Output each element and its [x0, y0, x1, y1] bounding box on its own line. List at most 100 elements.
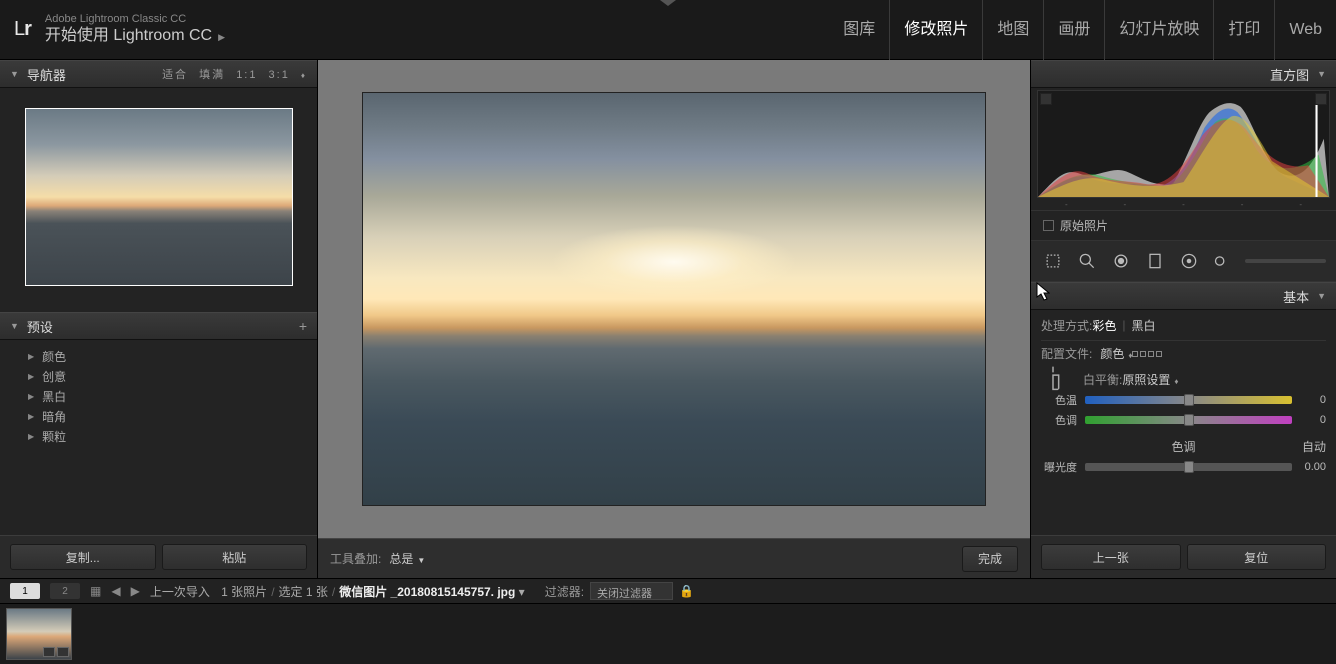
paste-button[interactable]: 粘贴	[162, 544, 308, 570]
wb-value[interactable]: 原照设置♦	[1122, 371, 1178, 388]
presets-list: ▶颜色 ▶创意 ▶黑白 ▶暗角 ▶颗粒	[0, 340, 317, 535]
histogram-svg	[1038, 91, 1329, 197]
treatment-color[interactable]: 彩色	[1092, 317, 1116, 334]
thumb-badge-icon	[57, 647, 69, 657]
radial-tool-icon[interactable]	[1177, 249, 1201, 273]
wb-label: 白平衡:	[1083, 371, 1122, 388]
right-panel: 直方图 ▼ ----- 原始照片	[1030, 60, 1336, 578]
module-slideshow[interactable]: 幻灯片放映	[1105, 0, 1214, 60]
zoom-1-1[interactable]: 1:1	[236, 69, 257, 81]
profile-browser-icon[interactable]	[1132, 351, 1162, 357]
center-panel: 工具叠加: 总是▼ 完成	[318, 60, 1030, 578]
disclosure-icon: ▼	[10, 69, 19, 79]
preset-folder[interactable]: ▶颜色	[12, 346, 305, 366]
filter-select[interactable]: 关闭过滤器	[590, 582, 673, 600]
zoom-3-1[interactable]: 3:1	[269, 69, 290, 81]
crop-tool-icon[interactable]	[1041, 249, 1065, 273]
module-library[interactable]: 图库	[829, 0, 890, 60]
spot-tool-icon[interactable]	[1075, 249, 1099, 273]
redeye-tool-icon[interactable]	[1109, 249, 1133, 273]
overlay-label: 工具叠加:	[330, 550, 381, 567]
tool-strip	[1031, 240, 1336, 282]
filmstrip[interactable]	[0, 604, 1336, 664]
app-logo: Lr	[14, 18, 31, 41]
presets-title: 预设	[27, 317, 53, 336]
reset-button[interactable]: 复位	[1187, 544, 1327, 570]
preset-folder[interactable]: ▶创意	[12, 366, 305, 386]
preset-folder[interactable]: ▶黑白	[12, 386, 305, 406]
navigator-preview[interactable]	[0, 88, 317, 312]
tone-section: 色调 自动	[1041, 438, 1326, 455]
image-canvas[interactable]	[318, 60, 1030, 538]
done-button[interactable]: 完成	[962, 546, 1018, 572]
main-photo[interactable]	[362, 92, 986, 506]
module-book[interactable]: 画册	[1044, 0, 1105, 60]
original-photo-toggle[interactable]: 原始照片	[1031, 210, 1336, 240]
exposure-slider[interactable]: 曝光度 0.00	[1041, 457, 1326, 477]
copy-button[interactable]: 复制...	[10, 544, 156, 570]
module-develop[interactable]: 修改照片	[890, 0, 983, 60]
filmstrip-thumbnail[interactable]	[6, 608, 72, 660]
navigator-header[interactable]: ▼ 导航器 适合 填满 1:1 3:1 ♦	[0, 60, 317, 88]
screen-1-button[interactable]: 1	[10, 583, 40, 599]
grid-view-icon[interactable]: ▦	[90, 584, 101, 598]
disclosure-icon: ▼	[1317, 69, 1326, 79]
preset-folder[interactable]: ▶暗角	[12, 406, 305, 426]
disclosure-icon: ▼	[1317, 291, 1326, 301]
filter-lock-icon[interactable]: 🔒	[679, 584, 694, 598]
filter-label: 过滤器:	[545, 583, 584, 600]
nav-fwd-icon[interactable]: ▶	[131, 584, 140, 598]
disclosure-icon: ▼	[10, 321, 19, 331]
module-map[interactable]: 地图	[983, 0, 1044, 60]
tint-slider[interactable]: 色调 0	[1041, 410, 1326, 430]
screen-2-button[interactable]: 2	[50, 583, 80, 599]
app-title-block: Adobe Lightroom Classic CC 开始使用 Lightroo…	[45, 12, 225, 47]
basic-title: 基本	[1283, 287, 1309, 306]
app-name: Adobe Lightroom Classic CC	[45, 12, 225, 26]
navigator-thumbnail[interactable]	[25, 108, 293, 286]
zoom-more-icon[interactable]: ♦	[301, 71, 307, 80]
navigator-zoom: 适合 填满 1:1 3:1 ♦	[156, 66, 307, 82]
left-panel: ▼ 导航器 适合 填满 1:1 3:1 ♦ ▼ 预设 + ▶颜色 ▶创意 ▶黑白…	[0, 60, 318, 578]
auto-button[interactable]: 自动	[1302, 438, 1326, 455]
preset-folder[interactable]: ▶颗粒	[12, 426, 305, 446]
histogram-display[interactable]	[1037, 90, 1330, 198]
thumb-badge-icon	[43, 647, 55, 657]
module-web[interactable]: Web	[1275, 0, 1336, 60]
panel-notch-icon[interactable]	[660, 0, 676, 6]
navigator-title: 导航器	[27, 65, 66, 84]
right-footer: 上一张 复位	[1031, 535, 1336, 578]
prev-button[interactable]: 上一张	[1041, 544, 1181, 570]
tool-slider[interactable]	[1245, 259, 1326, 263]
temp-slider[interactable]: 色温 0	[1041, 390, 1326, 410]
module-print[interactable]: 打印	[1214, 0, 1275, 60]
original-label: 原始照片	[1060, 217, 1108, 234]
profile-label: 配置文件:	[1041, 345, 1092, 362]
basic-panel: 处理方式: 彩色 | 黑白 配置文件: 颜色♦ 白平衡: 原照设置♦	[1031, 310, 1336, 535]
histogram-title: 直方图	[1270, 65, 1309, 84]
basic-header[interactable]: 基本 ▼	[1031, 282, 1336, 310]
histogram-zones[interactable]: -----	[1031, 200, 1336, 210]
zoom-fill[interactable]: 填满	[199, 69, 225, 81]
filmstrip-panel: 1 2 ▦ ◀ ▶ 上一次导入 1 张照片/选定 1 张/微信图片 _20180…	[0, 578, 1336, 664]
histogram-header[interactable]: 直方图 ▼	[1031, 60, 1336, 88]
checkbox-icon[interactable]	[1043, 220, 1054, 231]
breadcrumb-path[interactable]: 上一次导入 1 张照片/选定 1 张/微信图片 _20180815145757.…	[150, 583, 525, 600]
highlight-clip-icon[interactable]	[1315, 93, 1327, 105]
filmstrip-breadcrumb: 1 2 ▦ ◀ ▶ 上一次导入 1 张照片/选定 1 张/微信图片 _20180…	[0, 579, 1336, 604]
nav-back-icon[interactable]: ◀	[111, 584, 120, 598]
presets-header[interactable]: ▼ 预设 +	[0, 312, 317, 340]
profile-value[interactable]: 颜色♦	[1100, 345, 1132, 362]
shadow-clip-icon[interactable]	[1040, 93, 1052, 105]
eyedropper-icon[interactable]	[1041, 366, 1065, 393]
filter-control: 过滤器: 关闭过滤器 🔒	[545, 582, 694, 600]
zoom-fit[interactable]: 适合	[162, 69, 188, 81]
app-subtitle[interactable]: 开始使用 Lightroom CC▶	[45, 26, 225, 47]
overlay-value[interactable]: 总是▼	[389, 550, 425, 567]
add-preset-icon[interactable]: +	[299, 318, 307, 334]
treatment-bw[interactable]: 黑白	[1131, 317, 1155, 334]
gradient-tool-icon[interactable]	[1143, 249, 1167, 273]
top-bar: Lr Adobe Lightroom Classic CC 开始使用 Light…	[0, 0, 1336, 60]
treatment-label: 处理方式:	[1041, 317, 1092, 334]
brush-tool-icon[interactable]	[1211, 249, 1235, 273]
